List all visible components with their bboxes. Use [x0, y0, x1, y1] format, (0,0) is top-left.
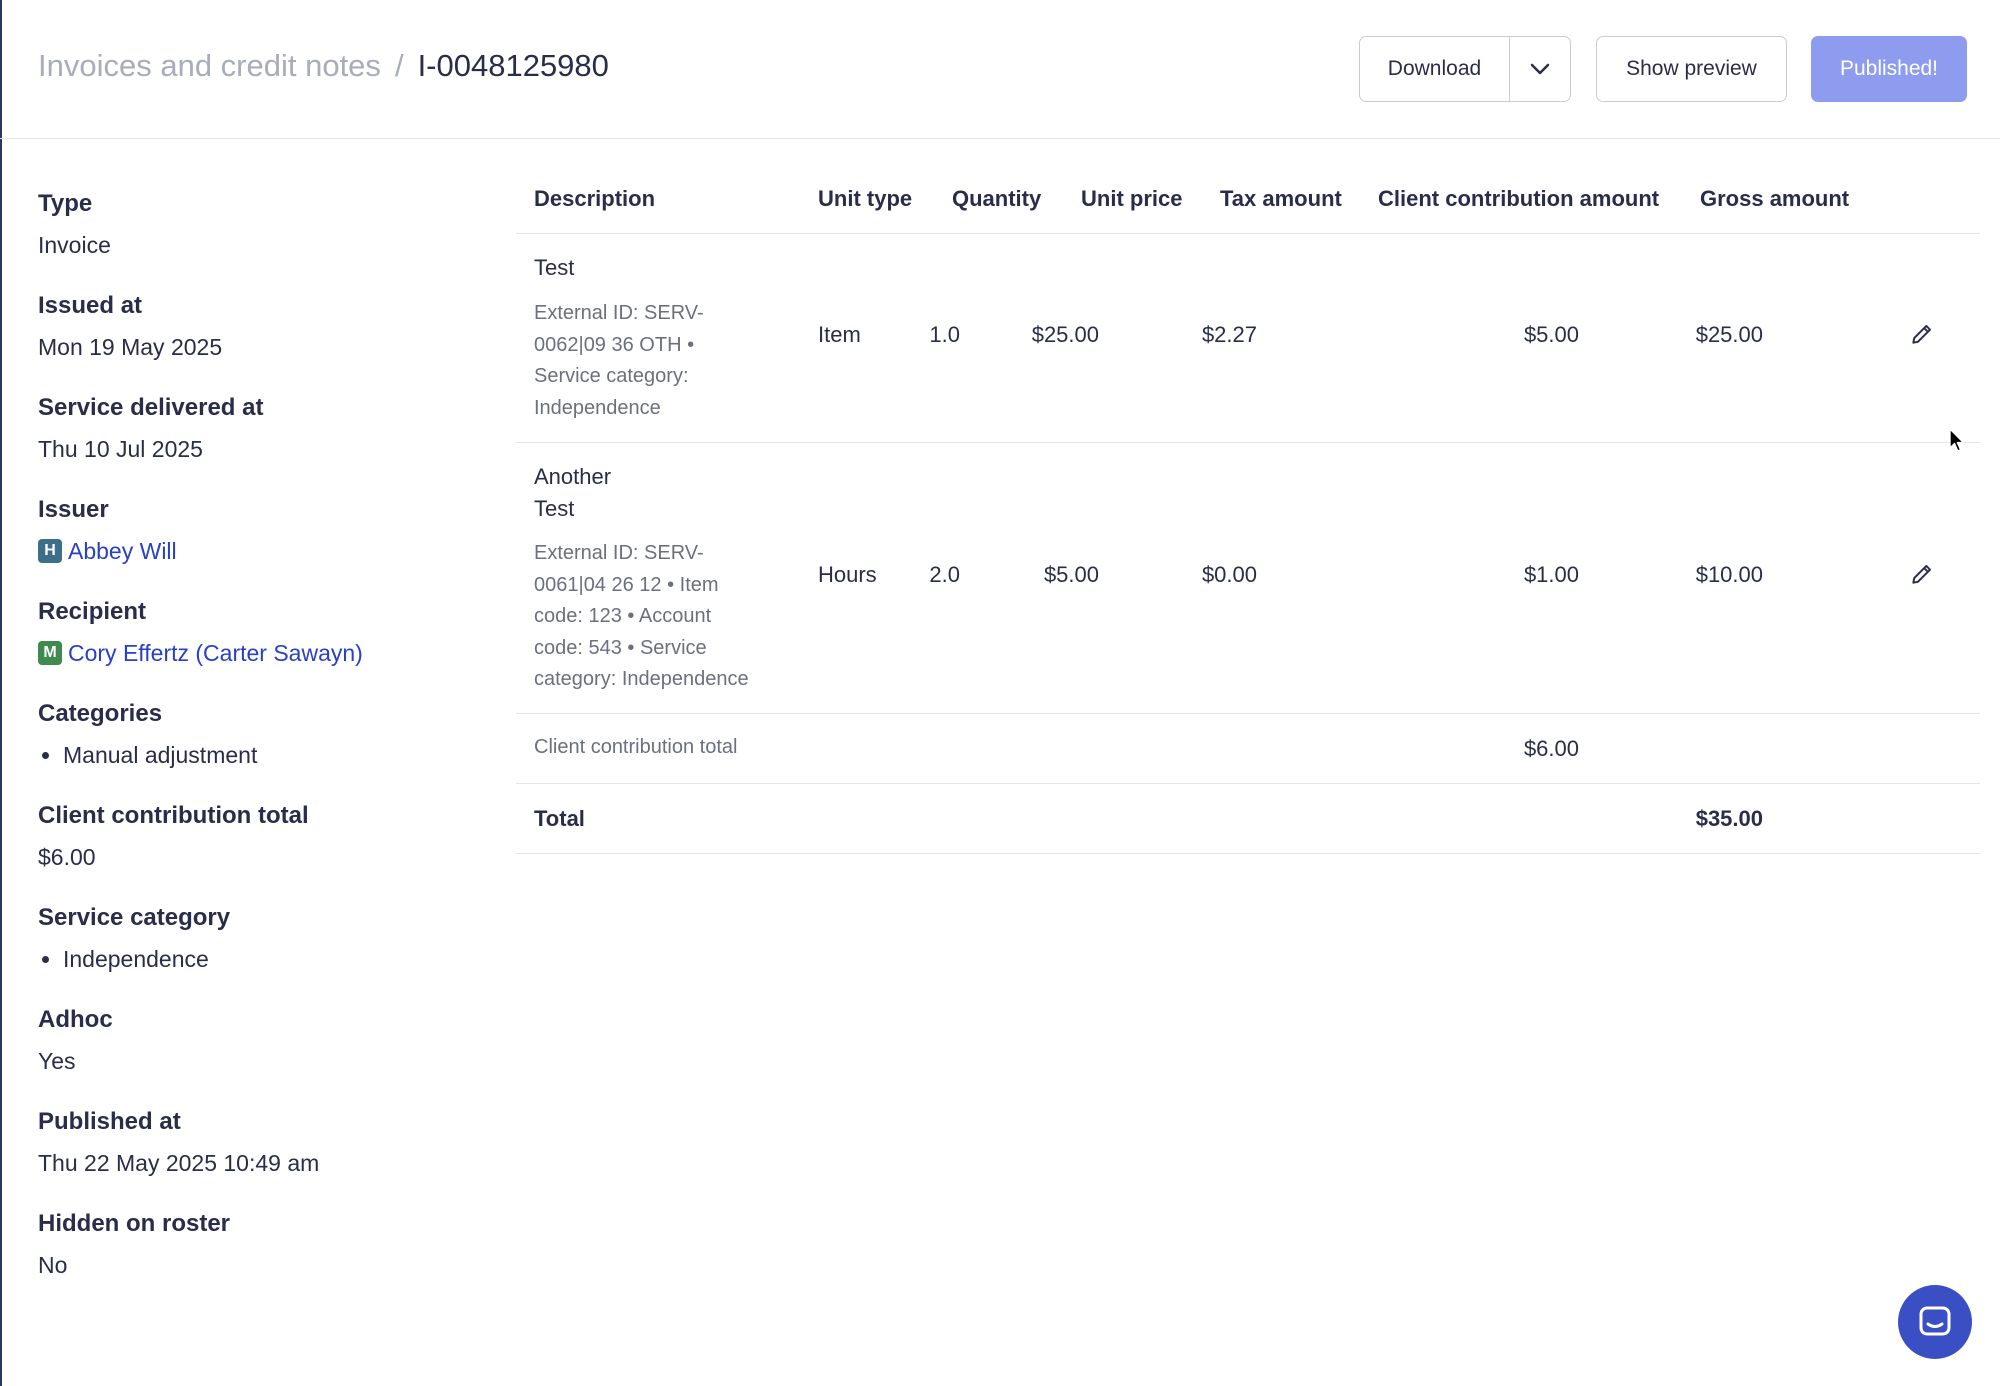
cell-tax-amount: $2.27	[1201, 322, 1257, 347]
item-meta: External ID: SERV- 0061|04 26 12 • Item …	[534, 538, 784, 696]
detail-label: Issued at	[38, 292, 143, 319]
column-header-quantity: Quantity	[952, 186, 1042, 211]
chat-launcher-button[interactable]	[1898, 1285, 1972, 1359]
item-meta-line: code: 543 • Service	[534, 636, 707, 659]
download-options-button[interactable]	[1510, 37, 1570, 101]
column-header-tax-amount: Tax amount	[1220, 186, 1342, 211]
detail-type: Type Invoice	[38, 188, 478, 290]
item-meta-line: code: 123 • Account	[534, 605, 712, 627]
cell-gross-amount: $25.00	[1695, 322, 1763, 347]
cell-unit-type: Item	[818, 322, 861, 347]
detail-label: Type	[38, 190, 93, 217]
detail-categories: Categories Manual adjustment	[38, 698, 478, 800]
table-row: Test External ID: SERV- 0062|09 36 OTH •…	[516, 234, 1980, 443]
detail-label: Recipient	[38, 598, 147, 625]
subtotal-row: Client contribution total $6.00	[516, 714, 1980, 784]
item-meta-line: category: Independence	[534, 668, 749, 690]
item-meta-line: Independence	[534, 396, 661, 419]
pencil-icon[interactable]	[1909, 321, 1935, 347]
breadcrumb: Invoices and credit notes / I-0048125980	[38, 48, 609, 84]
cell-quantity: 2.0	[929, 562, 960, 587]
detail-client-contribution-total: Client contribution total $6.00	[38, 800, 478, 902]
page-title: I-0048125980	[417, 48, 609, 83]
detail-value: Mon 19 May 2025	[38, 334, 223, 360]
detail-issued-at: Issued at Mon 19 May 2025	[38, 290, 478, 392]
bullet-icon	[42, 955, 49, 963]
issuer-badge: H	[38, 539, 62, 563]
detail-label: Hidden on roster	[38, 1210, 231, 1237]
cell-quantity: 1.0	[929, 322, 960, 347]
download-button-group: Download	[1359, 36, 1571, 102]
cell-unit-type: Hours	[818, 562, 877, 587]
line-items-table: Description Unit type Quantity Unit pric…	[516, 150, 1980, 854]
detail-value: Invoice	[38, 232, 111, 258]
cell-unit-price: $25.00	[1031, 322, 1099, 347]
download-button[interactable]: Download	[1360, 37, 1510, 101]
detail-label: Issuer	[38, 496, 109, 523]
category-item: Manual adjustment	[63, 742, 258, 768]
column-header-gross-amount: Gross amount	[1700, 186, 1850, 211]
item-meta-line: External ID: SERV-	[534, 542, 704, 564]
detail-service-category: Service category Independence	[38, 902, 478, 1004]
issuer-link[interactable]: Abbey Will	[68, 535, 177, 567]
total-label: Total	[534, 806, 585, 831]
invoice-details: Type Invoice Issued at Mon 19 May 2025 S…	[38, 188, 478, 1310]
published-button[interactable]: Published!	[1811, 36, 1967, 102]
breadcrumb-separator: /	[394, 48, 404, 83]
subtotal-label: Client contribution total	[534, 736, 738, 758]
total-row: Total $35.00	[516, 784, 1980, 854]
detail-adhoc: Adhoc Yes	[38, 1004, 478, 1106]
column-header-unit-type: Unit type	[818, 186, 913, 211]
service-category-item: Independence	[63, 946, 209, 972]
item-title-line: Test	[534, 255, 575, 280]
detail-issuer: Issuer H Abbey Will	[38, 494, 478, 596]
chevron-down-icon	[1530, 63, 1550, 75]
item-meta: External ID: SERV- 0062|09 36 OTH • Serv…	[534, 298, 784, 424]
total-value: $35.00	[1695, 806, 1763, 831]
detail-hidden-on-roster: Hidden on roster No	[38, 1208, 478, 1310]
detail-recipient: Recipient M Cory Effertz (Carter Sawayn)	[38, 596, 478, 698]
detail-published-at: Published at Thu 22 May 2025 10:49 am	[38, 1106, 478, 1208]
table-row: Another Test External ID: SERV- 0061|04 …	[516, 443, 1980, 714]
column-header-description: Description	[534, 186, 656, 211]
cell-client-contribution: $1.00	[1523, 562, 1579, 587]
item-title-line: Test	[534, 496, 575, 521]
item-title-line: Another	[534, 464, 612, 489]
detail-value: $6.00	[38, 844, 96, 870]
item-meta-line: 0062|09 36 OTH •	[534, 333, 695, 356]
page-header: Invoices and credit notes / I-0048125980…	[0, 0, 2000, 139]
detail-service-delivered-at: Service delivered at Thu 10 Jul 2025	[38, 392, 478, 494]
detail-label: Service category	[38, 904, 231, 931]
show-preview-button[interactable]: Show preview	[1596, 36, 1787, 102]
detail-label: Adhoc	[38, 1006, 113, 1033]
cell-client-contribution: $5.00	[1523, 322, 1579, 347]
column-header-unit-price: Unit price	[1081, 186, 1183, 211]
recipient-link[interactable]: Cory Effertz (Carter Sawayn)	[68, 637, 363, 669]
detail-label: Published at	[38, 1108, 181, 1135]
bullet-icon	[42, 751, 49, 759]
detail-label: Client contribution total	[38, 802, 309, 829]
mouse-cursor-icon	[1949, 428, 1965, 452]
detail-value: Thu 22 May 2025 10:49 am	[38, 1150, 320, 1176]
detail-label: Service delivered at	[38, 394, 264, 421]
subtotal-value: $6.00	[1523, 736, 1579, 761]
cell-gross-amount: $10.00	[1695, 562, 1763, 587]
breadcrumb-parent-link[interactable]: Invoices and credit notes	[38, 48, 381, 84]
detail-value: No	[38, 1252, 68, 1278]
column-header-client-contribution: Client contribution amount	[1378, 186, 1660, 211]
detail-value: Yes	[38, 1048, 76, 1074]
table-header: Description Unit type Quantity Unit pric…	[516, 150, 1980, 234]
detail-label: Categories	[38, 700, 163, 727]
detail-value: Thu 10 Jul 2025	[38, 436, 203, 462]
cell-tax-amount: $0.00	[1201, 562, 1257, 587]
item-meta-line: External ID: SERV-	[534, 302, 704, 324]
item-meta-line: 0061|04 26 12 • Item	[534, 573, 719, 596]
chat-icon	[1919, 1306, 1951, 1336]
item-meta-line: Service category:	[534, 365, 689, 387]
pencil-icon[interactable]	[1909, 561, 1935, 587]
recipient-badge: M	[38, 641, 62, 665]
left-rail	[0, 0, 2, 1386]
cell-unit-price: $5.00	[1043, 562, 1099, 587]
